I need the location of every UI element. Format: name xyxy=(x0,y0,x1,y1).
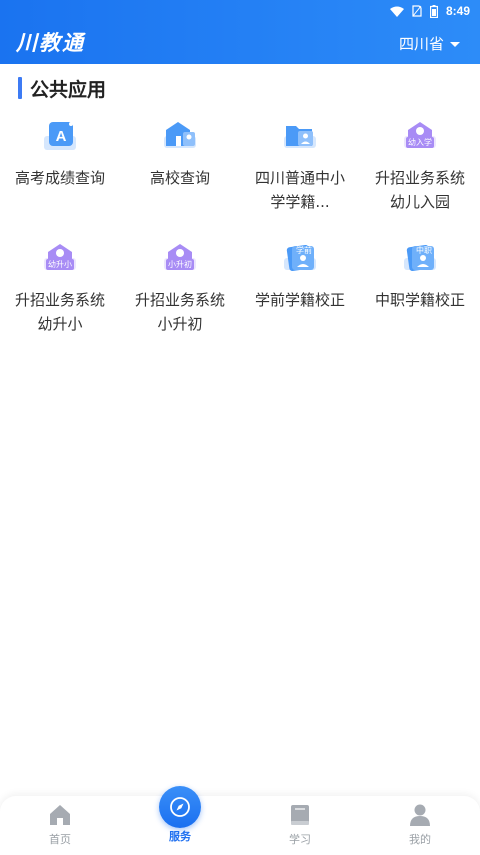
preschool-correction-icon: 学前 xyxy=(276,236,324,282)
app-label: 四川普通中小学学籍... xyxy=(254,169,345,211)
app-badge: 小升初 xyxy=(168,260,192,269)
primary-to-middle-icon: 小升初 xyxy=(156,236,204,282)
section-title: 公共应用 xyxy=(30,78,107,101)
student-folder-icon xyxy=(276,114,324,160)
tab-study[interactable]: 学习 xyxy=(240,796,360,855)
vocational-correction-icon: 中职 xyxy=(396,236,444,282)
app-tile-vocational-correction[interactable]: 中职 中职学籍校正 xyxy=(360,230,480,312)
caret-down-icon xyxy=(450,42,460,47)
app-tile-kindergarten-enroll[interactable]: 幼入学 升招业务系统幼儿入园 xyxy=(360,108,480,214)
status-bar: 8:49 xyxy=(389,0,480,22)
compass-icon xyxy=(170,797,190,817)
app-tile-university-query[interactable]: 高校查询 xyxy=(120,108,240,190)
university-icon xyxy=(156,114,204,160)
tab-label: 学习 xyxy=(289,833,311,846)
app-label: 升招业务系统幼儿入园 xyxy=(374,169,465,211)
section-accent-bar xyxy=(18,77,22,99)
tab-label: 我的 xyxy=(409,833,431,846)
app-label: 高校查询 xyxy=(149,169,210,187)
section-header: 公共应用 xyxy=(18,76,107,101)
user-icon xyxy=(410,804,430,826)
tab-label: 服务 xyxy=(169,830,191,843)
app-label: 中职学籍校正 xyxy=(374,291,465,309)
app-label: 升招业务系统小升初 xyxy=(134,291,225,333)
tab-label: 首页 xyxy=(49,833,71,846)
app-title: 川教通 xyxy=(16,30,85,55)
app-badge: 学前 xyxy=(296,246,312,255)
app-badge: 幼入学 xyxy=(408,138,432,147)
exam-score-icon: A xyxy=(36,114,84,160)
app-tile-kindergarten-to-primary[interactable]: 幼升小 升招业务系统幼升小 xyxy=(0,230,120,336)
battery-icon xyxy=(429,4,438,18)
service-tab-button[interactable] xyxy=(159,786,201,828)
app-label: 升招业务系统幼升小 xyxy=(14,291,105,333)
home-icon xyxy=(50,805,70,825)
app-tile-preschool-correction[interactable]: 学前 学前学籍校正 xyxy=(240,230,360,312)
bottom-tab-bar: 首页 服务 学习 我的 xyxy=(0,796,480,855)
book-icon xyxy=(291,805,309,825)
tab-home[interactable]: 首页 xyxy=(0,796,120,855)
province-label: 四川省 xyxy=(398,35,444,53)
sim-card-icon xyxy=(412,5,422,17)
app-tile-primary-to-middle[interactable]: 小升初 升招业务系统小升初 xyxy=(120,230,240,336)
app-label: 高考成绩查询 xyxy=(14,169,105,187)
kindergarten-enroll-icon: 幼入学 xyxy=(396,114,444,160)
app-label: 学前学籍校正 xyxy=(254,291,345,309)
app-tile-student-status[interactable]: 四川普通中小学学籍... xyxy=(240,108,360,214)
province-selector[interactable]: 四川省 xyxy=(399,33,460,54)
svg-text:A: A xyxy=(56,128,67,145)
status-time: 8:49 xyxy=(445,4,470,18)
app-badge: 中职 xyxy=(416,246,432,255)
app-tile-gaokao-score[interactable]: A 高考成绩查询 xyxy=(0,108,120,190)
tab-profile[interactable]: 我的 xyxy=(360,796,480,855)
wifi-icon xyxy=(389,6,404,17)
app-header: 8:49 川教通 四川省 xyxy=(0,0,480,64)
kindergarten-to-primary-icon: 幼升小 xyxy=(36,236,84,282)
app-badge: 幼升小 xyxy=(48,260,72,269)
